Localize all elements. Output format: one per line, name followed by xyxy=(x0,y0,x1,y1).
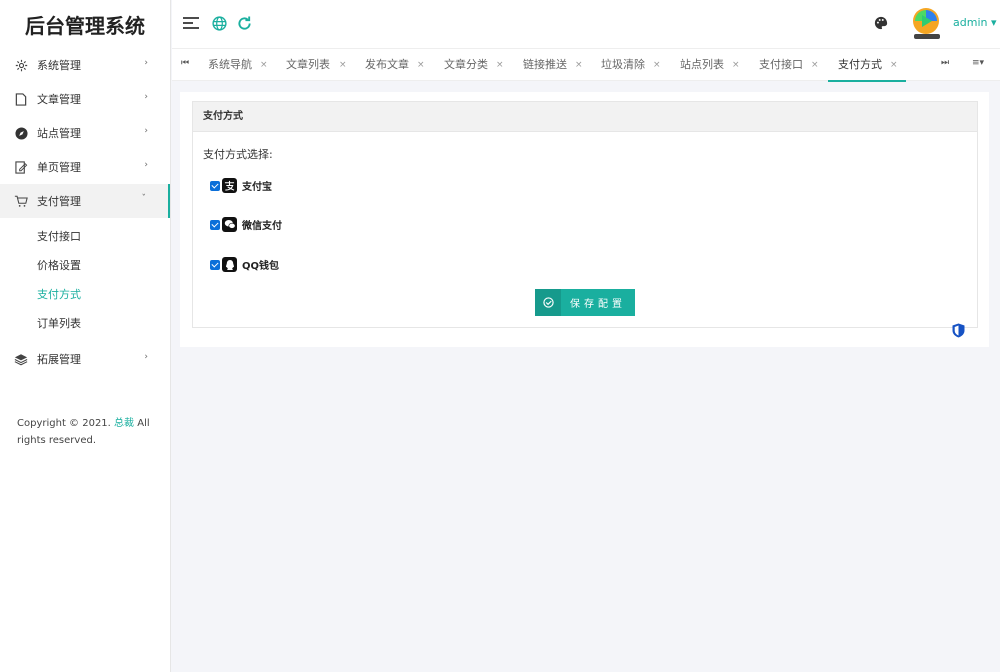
palette-icon[interactable] xyxy=(872,14,890,32)
avatar[interactable] xyxy=(912,7,942,41)
tab-label: 文章分类 xyxy=(444,58,488,71)
option-label: 支付宝 xyxy=(242,182,272,193)
sidebar-item-sites[interactable]: 站点管理 › xyxy=(0,116,170,150)
payment-submenu: 支付接口 价格设置 支付方式 订单列表 xyxy=(0,218,170,338)
sidebar-item-label: 单页管理 xyxy=(37,161,81,174)
sidebar-item-system[interactable]: 系统管理 › xyxy=(0,48,170,82)
tab-label: 系统导航 xyxy=(208,58,252,71)
close-icon[interactable]: × xyxy=(339,49,347,81)
sidebar-item-articles[interactable]: 文章管理 › xyxy=(0,82,170,116)
option-wechat-pay[interactable]: 微信支付 xyxy=(210,217,282,232)
tab-label: 站点列表 xyxy=(680,58,724,71)
tab-options-icon[interactable]: ≡▾ xyxy=(972,58,984,68)
option-label: 微信支付 xyxy=(242,221,282,232)
globe-icon[interactable] xyxy=(210,14,228,32)
tab-publish-article[interactable]: 发布文章 × xyxy=(365,49,425,81)
tab-link-push[interactable]: 链接推送 × xyxy=(523,49,583,81)
tab-bar: ⏮ 系统导航 × 文章列表 × 发布文章 × 文章分类 × 链接推送 × 垃圾清… xyxy=(172,48,1000,82)
sidebar-item-label: 系统管理 xyxy=(37,59,81,72)
chevron-right-icon: › xyxy=(144,352,148,362)
tab-article-category[interactable]: 文章分类 × xyxy=(444,49,504,81)
sidebar-item-pages[interactable]: 单页管理 › xyxy=(0,150,170,184)
cart-icon xyxy=(14,194,28,208)
payment-methods-panel: 支付方式 支付方式选择: 支付宝 微信支付 QQ钱包 保存配置 xyxy=(192,101,978,328)
file-icon xyxy=(14,92,28,106)
copyright-brand-link[interactable]: 总裁 xyxy=(114,418,134,429)
tab-site-list[interactable]: 站点列表 × xyxy=(680,49,740,81)
chevron-right-icon: › xyxy=(144,126,148,136)
tab-system-nav[interactable]: 系统导航 × xyxy=(208,49,268,81)
active-tab-indicator xyxy=(828,80,906,82)
wechat-pay-checkbox[interactable] xyxy=(210,219,220,230)
submenu-item-payment-methods[interactable]: 支付方式 xyxy=(0,280,170,309)
option-alipay[interactable]: 支付宝 xyxy=(210,178,272,193)
sidebar-item-payment[interactable]: 支付管理 ˇ xyxy=(0,184,170,218)
refresh-icon[interactable] xyxy=(235,14,253,32)
content-card: 支付方式 支付方式选择: 支付宝 微信支付 QQ钱包 保存配置 xyxy=(180,92,989,347)
check-circle-icon xyxy=(535,289,561,316)
copyright-prefix: Copyright © 2021. xyxy=(17,418,111,429)
sidebar-item-extensions[interactable]: 拓展管理 › xyxy=(0,342,170,376)
payment-method-label: 支付方式选择: xyxy=(203,148,273,161)
option-qq-wallet[interactable]: QQ钱包 xyxy=(210,257,279,272)
chevron-down-icon: ˇ xyxy=(141,194,147,204)
tab-payment-methods[interactable]: 支付方式 × xyxy=(828,49,906,82)
qq-wallet-checkbox[interactable] xyxy=(210,259,220,270)
menu-toggle-icon[interactable] xyxy=(182,14,200,32)
tab-label: 文章列表 xyxy=(286,58,330,71)
shield-icon[interactable] xyxy=(952,323,965,338)
close-icon[interactable]: × xyxy=(417,49,425,81)
tab-label: 垃圾清除 xyxy=(601,58,645,71)
layers-icon xyxy=(14,352,28,366)
alipay-checkbox[interactable] xyxy=(210,180,220,191)
compass-icon xyxy=(14,126,28,140)
tab-scroll-left-icon[interactable]: ⏮ xyxy=(181,58,189,68)
save-config-button[interactable]: 保存配置 xyxy=(535,289,635,316)
topbar: admin ▾ xyxy=(172,0,1000,48)
alipay-icon xyxy=(222,178,237,193)
tab-label: 链接推送 xyxy=(523,58,567,71)
option-label: QQ钱包 xyxy=(242,261,280,272)
chevron-right-icon: › xyxy=(144,58,148,68)
wechat-icon xyxy=(222,217,237,232)
tab-article-list[interactable]: 文章列表 × xyxy=(286,49,347,81)
submenu-item-order-list[interactable]: 订单列表 xyxy=(0,309,170,338)
close-icon[interactable]: × xyxy=(732,49,740,81)
app-title: 后台管理系统 xyxy=(25,13,145,38)
close-icon[interactable]: × xyxy=(496,49,504,81)
close-icon[interactable]: × xyxy=(653,49,661,81)
submenu-item-price-settings[interactable]: 价格设置 xyxy=(0,251,170,280)
close-icon[interactable]: × xyxy=(575,49,583,81)
tab-payment-interface[interactable]: 支付接口 × xyxy=(759,49,819,81)
sidebar: 后台管理系统 系统管理 › 文章管理 › 站点管理 › 单页管理 › 支付管理 … xyxy=(0,0,171,672)
user-menu[interactable]: admin ▾ xyxy=(953,16,996,29)
copyright: Copyright © 2021. 总裁 All rights reserved… xyxy=(17,415,162,449)
close-icon[interactable]: × xyxy=(890,49,898,81)
submenu-item-payment-interface[interactable]: 支付接口 xyxy=(0,222,170,251)
sidebar-item-label: 支付管理 xyxy=(37,195,81,208)
tab-label: 发布文章 xyxy=(365,58,409,71)
tab-label: 支付方式 xyxy=(838,58,882,71)
tab-garbage-clean[interactable]: 垃圾清除 × xyxy=(601,49,661,81)
tab-scroll-right-icon[interactable]: ⏭ xyxy=(941,58,949,68)
chevron-right-icon: › xyxy=(144,160,148,170)
sidebar-item-label: 拓展管理 xyxy=(37,353,81,366)
close-icon[interactable]: × xyxy=(260,49,268,81)
tab-label: 支付接口 xyxy=(759,58,803,71)
gear-icon xyxy=(14,58,28,72)
save-button-label: 保存配置 xyxy=(570,299,626,310)
panel-title: 支付方式 xyxy=(193,102,977,132)
sidebar-item-label: 文章管理 xyxy=(37,93,81,106)
sidebar-item-label: 站点管理 xyxy=(37,127,81,140)
page-edit-icon xyxy=(14,160,28,174)
qq-icon xyxy=(222,257,237,272)
chevron-right-icon: › xyxy=(144,92,148,102)
close-icon[interactable]: × xyxy=(811,49,819,81)
